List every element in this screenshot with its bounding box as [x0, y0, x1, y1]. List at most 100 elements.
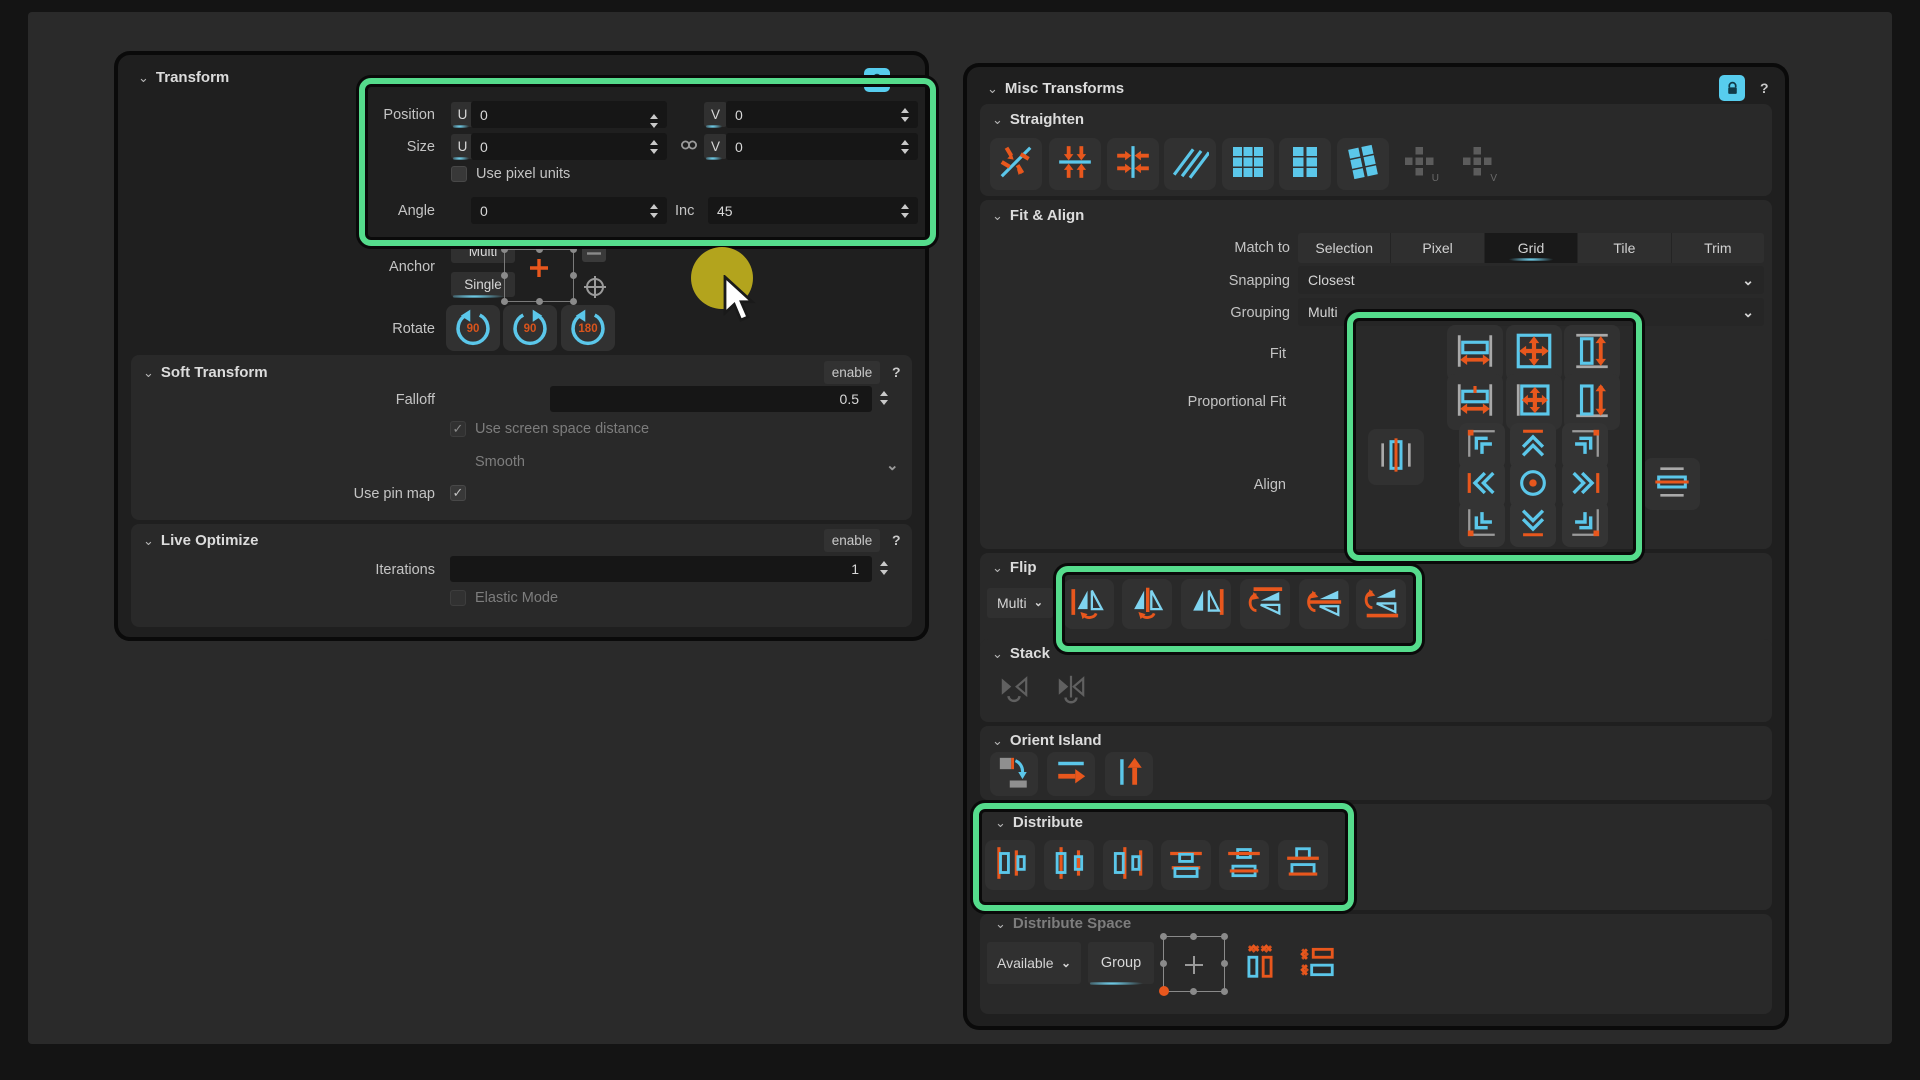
position-v-button[interactable]: V [704, 102, 727, 127]
straighten-grid-island-button[interactable] [1279, 138, 1331, 190]
fit-u-button[interactable] [1447, 325, 1503, 381]
link-uv-icon[interactable] [679, 137, 699, 158]
flip-mode-dropdown[interactable]: Multi [987, 588, 1053, 618]
grouping-dropdown[interactable]: Multi [1298, 298, 1764, 326]
use-screen-space-checkbox[interactable] [450, 421, 466, 437]
align-bottom-right-button[interactable] [1562, 501, 1608, 547]
anchor-selected-dot[interactable] [1159, 986, 1169, 996]
position-u-input[interactable]: 0 [471, 101, 667, 128]
fit-align-header[interactable]: Fit & Align [992, 207, 1084, 224]
spinner[interactable] [650, 204, 658, 218]
anchor-center-handle-icon[interactable] [529, 258, 549, 283]
stack-button-disabled[interactable] [991, 667, 1037, 713]
rotate-180-button[interactable]: 180 [561, 305, 615, 351]
smooth-dropdown-value[interactable]: Smooth [475, 454, 525, 470]
distribute-top-button[interactable] [1161, 840, 1211, 890]
snapping-dropdown[interactable]: Closest [1298, 266, 1764, 294]
fit-v-button[interactable] [1564, 325, 1620, 381]
distribute-space-available-dropdown[interactable]: Available [987, 942, 1081, 984]
stack-align-button-disabled[interactable] [1048, 667, 1094, 713]
misc-transforms-help[interactable]: ? [1760, 80, 1769, 96]
soft-transform-header[interactable]: Soft Transform [143, 364, 268, 381]
straighten-selection-button[interactable] [990, 138, 1042, 190]
flip-v-top-button[interactable] [1240, 579, 1290, 629]
align-center-v-button[interactable] [1644, 458, 1700, 510]
distribute-space-u-button[interactable] [1236, 940, 1284, 988]
angle-inc-input[interactable]: 45 [708, 197, 918, 224]
size-u-input[interactable]: 0 [471, 133, 667, 160]
live-optimize-help[interactable]: ? [892, 532, 901, 548]
distribute-left-button[interactable] [985, 840, 1035, 890]
proportional-fit-u-button[interactable] [1447, 374, 1503, 430]
iterations-input[interactable]: 1 [450, 556, 872, 582]
distribute-header[interactable]: Distribute [995, 814, 1083, 831]
fit-uv-button[interactable] [1506, 325, 1562, 381]
elastic-mode-checkbox[interactable] [450, 590, 466, 606]
live-optimize-header[interactable]: Live Optimize [143, 532, 258, 549]
anchor-point-selector[interactable] [504, 249, 574, 302]
distribute-space-v-button[interactable] [1294, 940, 1342, 988]
spinner[interactable] [901, 204, 909, 218]
falloff-spinner[interactable] [880, 391, 888, 405]
rotate-ccw-90-button[interactable]: 90 [446, 305, 500, 351]
orient-horizontal-button[interactable] [1047, 752, 1095, 796]
soft-transform-enable-button[interactable]: enable [824, 361, 880, 384]
straighten-slope-button[interactable] [1164, 138, 1216, 190]
spinner[interactable] [901, 140, 909, 154]
angle-input[interactable]: 0 [471, 197, 667, 224]
spinner[interactable] [650, 114, 658, 128]
straighten-header[interactable]: Straighten [992, 111, 1084, 128]
flip-v-bottom-button[interactable] [1356, 579, 1406, 629]
align-center-u-button[interactable] [1368, 429, 1424, 485]
match-to-tile[interactable]: Tile [1578, 233, 1671, 263]
anchor-target-icon[interactable] [582, 274, 608, 305]
align-bottom-left-button[interactable] [1459, 501, 1505, 547]
straighten-u-button-disabled[interactable]: U [1394, 138, 1446, 190]
flip-header[interactable]: Flip [992, 559, 1037, 576]
distribute-right-button[interactable] [1103, 840, 1153, 890]
distribute-space-group-button[interactable]: Group [1088, 942, 1154, 984]
match-to-grid[interactable]: Grid [1485, 233, 1578, 263]
position-v-input[interactable]: 0 [726, 101, 918, 128]
spinner[interactable] [650, 140, 658, 154]
orient-vertical-button[interactable] [1105, 752, 1153, 796]
flip-u-left-button[interactable] [1064, 579, 1114, 629]
match-to-trim[interactable]: Trim [1672, 233, 1764, 263]
spinner[interactable] [901, 108, 909, 122]
orient-island-header[interactable]: Orient Island [992, 732, 1102, 749]
match-to-selection[interactable]: Selection [1298, 233, 1391, 263]
rotate-cw-90-button[interactable]: 90 [503, 305, 557, 351]
distribute-space-anchor-selector[interactable] [1163, 936, 1225, 992]
use-pixel-units-checkbox[interactable] [451, 166, 467, 182]
use-pin-map-checkbox[interactable] [450, 485, 466, 501]
soft-transform-help[interactable]: ? [892, 364, 901, 380]
stack-header[interactable]: Stack [992, 645, 1050, 662]
flip-v-center-button[interactable] [1299, 579, 1349, 629]
distribute-bottom-button[interactable] [1278, 840, 1328, 890]
match-to-pixel[interactable]: Pixel [1391, 233, 1484, 263]
flip-u-right-button[interactable] [1181, 579, 1231, 629]
orient-auto-button[interactable] [990, 752, 1038, 796]
distribute-space-header[interactable]: Distribute Space [995, 915, 1131, 932]
straighten-v-button-disabled[interactable]: V [1452, 138, 1504, 190]
size-v-input[interactable]: 0 [726, 133, 918, 160]
lock-icon[interactable] [864, 68, 890, 92]
distribute-middle-button[interactable] [1219, 840, 1269, 890]
lock-icon[interactable] [1719, 75, 1745, 101]
align-bottom-button[interactable] [1510, 501, 1556, 547]
straighten-grid-tilted-button[interactable] [1337, 138, 1389, 190]
distribute-center-u-button[interactable] [1044, 840, 1094, 890]
live-optimize-enable-button[interactable]: enable [824, 529, 880, 552]
flip-u-center-button[interactable] [1122, 579, 1172, 629]
iterations-spinner[interactable] [880, 561, 888, 575]
straighten-vertical-button[interactable] [1107, 138, 1159, 190]
proportional-fit-uv-button[interactable] [1506, 374, 1562, 430]
transform-section-header[interactable]: Transform [138, 69, 229, 86]
misc-transforms-header[interactable]: Misc Transforms [987, 80, 1124, 97]
falloff-input[interactable]: 0.5 [550, 386, 872, 412]
straighten-grid-all-button[interactable] [1222, 138, 1274, 190]
chevron-down-icon[interactable] [886, 456, 899, 474]
size-v-button[interactable]: V [704, 134, 727, 159]
straighten-horizontal-button[interactable] [1049, 138, 1101, 190]
proportional-fit-v-button[interactable] [1564, 374, 1620, 430]
